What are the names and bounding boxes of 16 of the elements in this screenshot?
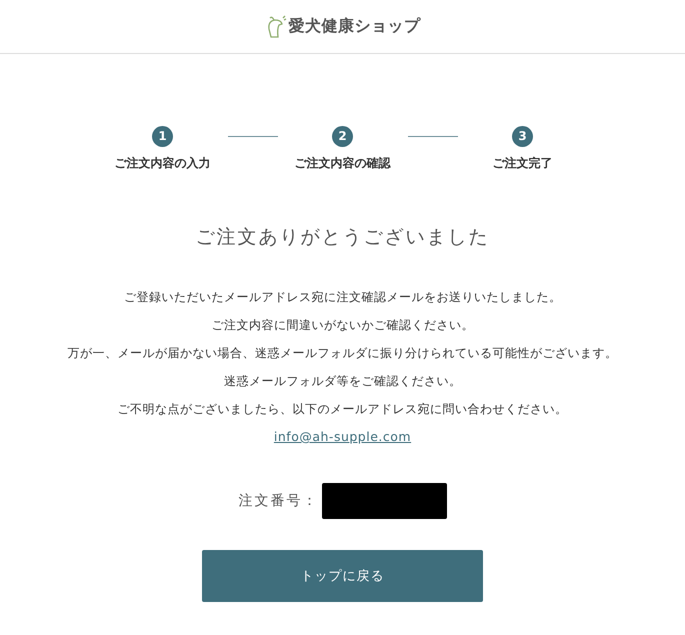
email-link[interactable]: info@ah-supple.com (274, 429, 412, 444)
message-text: ご登録いただいたメールアドレス宛に注文確認メールをお送りいたしました。 (124, 289, 562, 306)
step-label: ご注文内容の入力 (114, 155, 210, 172)
step-number: 1 (152, 126, 173, 146)
message-text: ご注文内容に間違いがないかご確認ください。 (211, 317, 474, 334)
step-label: ご注文内容の確認 (294, 155, 390, 172)
back-to-top-button[interactable]: トップに戻る (202, 550, 483, 602)
message-text: ご不明な点がございましたら、以下のメールアドレス宛に問い合わせください。 (118, 401, 568, 418)
message-text: 迷惑メールフォルダ等をご確認ください。 (224, 373, 462, 390)
step-label: ご注文完了 (492, 155, 552, 172)
step-number: 2 (332, 126, 353, 146)
step-number: 3 (512, 126, 533, 146)
page-title: ご注文ありがとうございました (194, 225, 490, 250)
logo-text[interactable]: 愛犬健康ショップ (288, 16, 420, 37)
order-number-label: 注文番号： (238, 492, 318, 510)
message-text: 万が一、メールが届かない場合、迷惑メールフォルダに振り分けられている可能性がございます。 (68, 345, 618, 362)
